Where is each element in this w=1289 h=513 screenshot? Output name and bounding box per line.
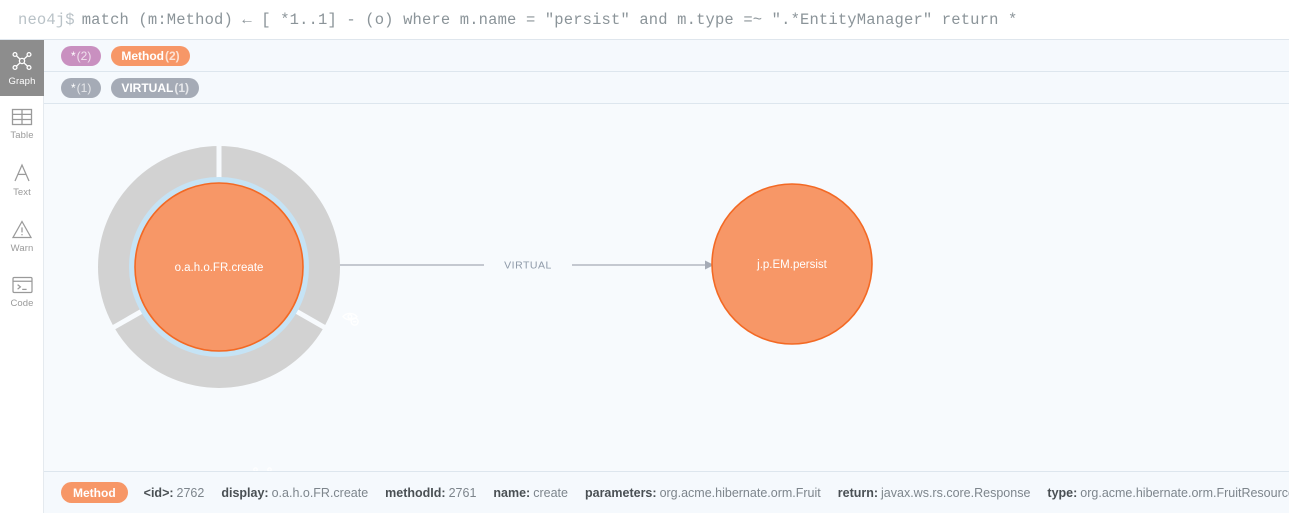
inspector-prop-display: display: o.a.h.o.FR.create — [221, 486, 368, 500]
node-caption-right: j.p.EM.persist — [756, 259, 827, 271]
inspector-prop-value: o.a.h.o.FR.create — [271, 485, 369, 500]
inspector-prop-key: parameters: — [584, 485, 657, 500]
inspector-prop-value: org.acme.hibernate.orm.Fruit — [659, 485, 821, 500]
sidebar-item-table[interactable]: Table — [0, 96, 44, 152]
inspector-prop-name: name: create — [493, 486, 568, 500]
neo4j-browser-result-frame: neo4j$ match (m:Method) ← [ *1..1] - (o)… — [0, 0, 1289, 513]
view-mode-sidebar: Graph Table Text Warn Code — [0, 40, 44, 513]
legend-row-nodes: * (2) Method (2) — [44, 40, 1289, 72]
code-icon — [11, 275, 34, 295]
query-bar[interactable]: neo4j$ match (m:Method) ← [ *1..1] - (o)… — [0, 0, 1289, 40]
legend-panel: * (2) Method (2) * (1) VIRTUAL (1) — [44, 40, 1289, 104]
inspector-label-chip[interactable]: Method — [61, 482, 128, 503]
legend-chip-virtual[interactable]: VIRTUAL (1) — [111, 77, 200, 98]
inspector-prop-methodid: methodId: 2761 — [385, 486, 476, 500]
legend-chip-method[interactable]: Method (2) — [111, 45, 190, 66]
inspector-prop-parameters: parameters: org.acme.hibernate.orm.Fruit — [585, 486, 821, 500]
legend-chip-count: (1) — [174, 80, 190, 95]
legend-chip-label: * — [71, 48, 76, 63]
text-icon — [11, 162, 33, 184]
inspector-prop-value: 2761 — [448, 485, 477, 500]
sidebar-item-graph[interactable]: Graph — [0, 40, 44, 96]
hide-node-icon[interactable] — [342, 312, 359, 326]
sidebar-label-warn: Warn — [10, 242, 34, 254]
inspector-prop-key: type: — [1047, 485, 1078, 500]
query-text: match (m:Method) ← [ *1..1] - (o) where … — [81, 10, 1018, 29]
inspector-prop-key: display: — [221, 485, 269, 500]
sidebar-label-text: Text — [13, 187, 31, 199]
node-inspector-bar: Method <id>: 2762 display: o.a.h.o.FR.crea… — [44, 471, 1289, 513]
inspector-prop-key: name: — [493, 485, 531, 500]
legend-chip-label: VIRTUAL — [121, 80, 174, 95]
inspector-prop-key: return: — [837, 485, 879, 500]
relationship-virtual[interactable]: VIRTUAL — [306, 260, 714, 272]
sidebar-label-graph: Graph — [8, 76, 36, 88]
sidebar-label-table: Table — [10, 130, 34, 142]
warn-icon — [11, 219, 33, 240]
legend-chip-label: * — [71, 80, 76, 95]
inspector-prop-key: methodId: — [385, 485, 446, 500]
legend-chip-label: Method — [121, 48, 164, 63]
inspector-prop-value: javax.ws.rs.core.Response — [881, 485, 1031, 500]
sidebar-item-code[interactable]: Code — [0, 264, 44, 320]
inspector-prop-value: create — [533, 485, 568, 500]
legend-chip-count: (1) — [76, 80, 92, 95]
graph-canvas[interactable]: VIRTUAL o.a.h.o.FR.create j.p.EM.persist — [44, 104, 1289, 471]
node-group-right[interactable]: j.p.EM.persist — [711, 183, 873, 345]
legend-chip-count: (2) — [76, 48, 92, 63]
legend-chip-count: (2) — [165, 48, 180, 63]
legend-chip-star-nodes[interactable]: * (2) — [61, 45, 102, 66]
query-prompt: neo4j$ — [18, 10, 75, 29]
relationship-label: VIRTUAL — [504, 260, 552, 272]
inspector-prop-type: type: org.acme.hibernate.orm.FruitResourc… — [1047, 486, 1289, 500]
node-group-left[interactable]: o.a.h.o.FR.create — [98, 140, 359, 471]
node-caption-left: o.a.h.o.FR.create — [175, 262, 264, 274]
inspector-prop-value: org.acme.hibernate.orm.FruitResource — [1080, 485, 1289, 500]
graph-icon — [10, 49, 34, 73]
inspector-prop-key: <id>: — [143, 485, 174, 500]
inspector-prop-value: 2762 — [176, 485, 205, 500]
sidebar-item-warn[interactable]: Warn — [0, 208, 44, 264]
sidebar-label-code: Code — [10, 298, 34, 310]
legend-row-relationships: * (1) VIRTUAL (1) — [44, 72, 1289, 104]
inspector-prop-return: return: javax.ws.rs.core.Response — [838, 486, 1031, 500]
table-icon — [11, 107, 33, 127]
inspector-prop-id: <id>: 2762 — [144, 486, 205, 500]
legend-chip-star-rels[interactable]: * (1) — [61, 77, 102, 98]
sidebar-item-text[interactable]: Text — [0, 152, 44, 208]
